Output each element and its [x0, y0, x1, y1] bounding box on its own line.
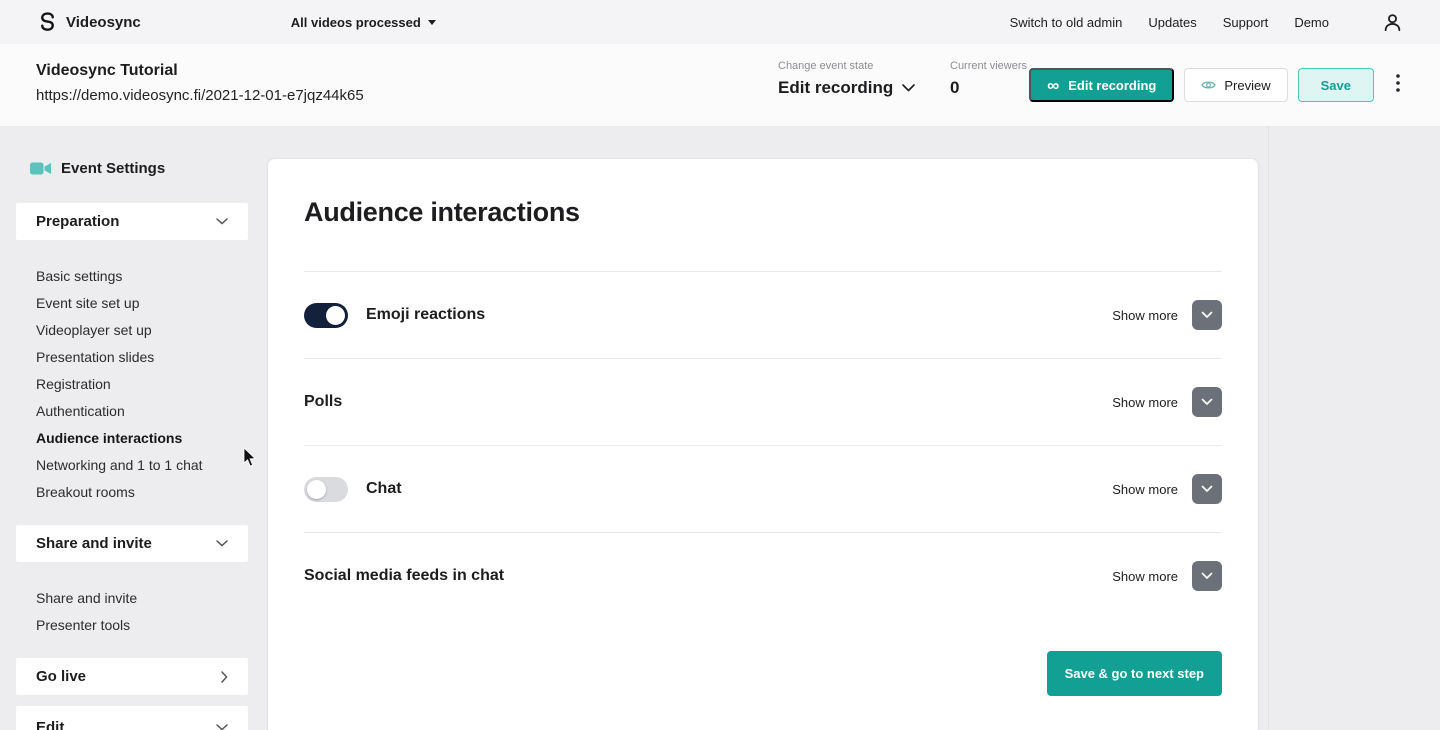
sidebar-item-presenter-tools[interactable]: Presenter tools: [16, 611, 248, 638]
section-share-and-invite[interactable]: Share and invite: [16, 525, 248, 562]
link-demo[interactable]: Demo: [1294, 15, 1329, 30]
chat-toggle[interactable]: [304, 477, 348, 502]
show-more-link[interactable]: Show more: [1112, 308, 1178, 323]
chevron-down-icon: [902, 84, 915, 92]
videos-processed-label: All videos processed: [291, 15, 421, 30]
sidebar-item-presentation-slides[interactable]: Presentation slides: [16, 343, 248, 370]
chevron-down-icon: [1201, 572, 1213, 580]
event-title: Videosync Tutorial: [36, 62, 364, 80]
sidebar-item-videoplayer-set-up[interactable]: Videoplayer set up: [16, 316, 248, 343]
show-more-link[interactable]: Show more: [1112, 482, 1178, 497]
section-share-label: Share and invite: [36, 535, 152, 552]
panel-edge-divider: [1268, 126, 1269, 730]
section-go-live[interactable]: Go live: [16, 658, 248, 695]
row-label: Emoji reactions: [366, 306, 485, 324]
sidebar: Event Settings Preparation Basic setting…: [16, 126, 248, 177]
infinity-icon: ∞: [1047, 77, 1059, 94]
chevron-down-icon: [1201, 398, 1213, 406]
event-url[interactable]: https://demo.videosync.fi/2021-12-01-e7j…: [36, 87, 364, 104]
sidebar-item-share-and-invite[interactable]: Share and invite: [16, 584, 248, 611]
top-bar: Videosync All videos processed Switch to…: [0, 0, 1440, 44]
sidebar-item-breakout-rooms[interactable]: Breakout rooms: [16, 478, 248, 505]
share-items: Share and invite Presenter tools: [16, 584, 248, 638]
event-identity: Videosync Tutorial https://demo.videosyn…: [36, 62, 364, 104]
page-title: Audience interactions: [304, 197, 580, 228]
edit-recording-button[interactable]: ∞ Edit recording: [1029, 68, 1174, 102]
sidebar-item-authentication[interactable]: Authentication: [16, 397, 248, 424]
brand[interactable]: Videosync: [38, 12, 141, 33]
kebab-menu-icon[interactable]: [1392, 70, 1404, 101]
row-label: Polls: [304, 393, 342, 411]
event-settings-title-label: Event Settings: [61, 160, 165, 177]
expand-button[interactable]: [1192, 561, 1222, 591]
feature-rows: Emoji reactions Show more Polls Show mor…: [304, 271, 1222, 619]
header-actions: ∞ Edit recording Preview Save: [1029, 68, 1404, 102]
chevron-right-icon: [221, 671, 228, 683]
save-button[interactable]: Save: [1298, 68, 1374, 102]
chevron-down-icon: [216, 724, 228, 730]
row-label: Social media feeds in chat: [304, 567, 504, 585]
sidebar-item-registration[interactable]: Registration: [16, 370, 248, 397]
audience-interactions-panel: Audience interactions Emoji reactions Sh…: [267, 158, 1259, 730]
show-more-link[interactable]: Show more: [1112, 395, 1178, 410]
current-viewers-label: Current viewers: [950, 60, 1027, 72]
sidebar-item-event-site-set-up[interactable]: Event site set up: [16, 289, 248, 316]
event-state-block: Change event state Edit recording: [778, 60, 915, 98]
event-settings-title: Event Settings: [30, 160, 248, 177]
current-viewers-count: 0: [950, 78, 1027, 98]
row-emoji-reactions: Emoji reactions Show more: [304, 271, 1222, 358]
person-icon[interactable]: [1383, 13, 1402, 32]
section-edit-label: Edit: [36, 719, 64, 730]
emoji-reactions-toggle[interactable]: [304, 303, 348, 328]
chevron-down-icon: [1201, 485, 1213, 493]
save-next-step-button[interactable]: Save & go to next step: [1047, 651, 1222, 696]
link-switch-old-admin[interactable]: Switch to old admin: [1010, 15, 1123, 30]
preview-button[interactable]: Preview: [1184, 68, 1287, 102]
event-state-value: Edit recording: [778, 78, 893, 98]
row-social-media-feeds: Social media feeds in chat Show more: [304, 532, 1222, 619]
sidebar-item-networking-chat[interactable]: Networking and 1 to 1 chat: [16, 451, 248, 478]
top-bar-links: Switch to old admin Updates Support Demo: [1010, 13, 1402, 32]
chevron-down-icon: [1201, 311, 1213, 319]
show-more-link[interactable]: Show more: [1112, 569, 1178, 584]
edit-recording-button-label: Edit recording: [1068, 78, 1156, 93]
expand-button[interactable]: [1192, 300, 1222, 330]
toggle-knob: [307, 480, 326, 499]
toggle-knob: [326, 306, 345, 325]
event-state-label: Change event state: [778, 60, 915, 72]
expand-button[interactable]: [1192, 474, 1222, 504]
current-viewers-block: Current viewers 0: [950, 60, 1027, 98]
row-polls: Polls Show more: [304, 358, 1222, 445]
row-label: Chat: [366, 480, 402, 498]
section-preparation-label: Preparation: [36, 213, 119, 230]
eye-icon: [1201, 79, 1216, 91]
section-go-live-label: Go live: [36, 668, 86, 685]
video-camera-icon: [30, 161, 52, 176]
link-updates[interactable]: Updates: [1148, 15, 1196, 30]
chevron-down-icon: [216, 218, 228, 225]
brand-name: Videosync: [66, 14, 141, 31]
section-edit[interactable]: Edit: [16, 706, 248, 730]
sidebar-item-basic-settings[interactable]: Basic settings: [16, 262, 248, 289]
event-header: Videosync Tutorial https://demo.videosyn…: [0, 44, 1440, 126]
event-state-select[interactable]: Edit recording: [778, 78, 915, 98]
sidebar-item-audience-interactions[interactable]: Audience interactions: [16, 424, 248, 451]
chevron-down-icon: [216, 540, 228, 547]
section-preparation[interactable]: Preparation: [16, 203, 248, 240]
videos-processed-dropdown[interactable]: All videos processed: [291, 15, 436, 30]
videosync-logo-icon: [38, 12, 57, 33]
preparation-items: Basic settings Event site set up Videopl…: [16, 262, 248, 505]
link-support[interactable]: Support: [1223, 15, 1269, 30]
row-chat: Chat Show more: [304, 445, 1222, 532]
save-button-label: Save: [1321, 78, 1351, 93]
expand-button[interactable]: [1192, 387, 1222, 417]
caret-down-icon: [428, 20, 436, 25]
preview-button-label: Preview: [1224, 78, 1270, 93]
